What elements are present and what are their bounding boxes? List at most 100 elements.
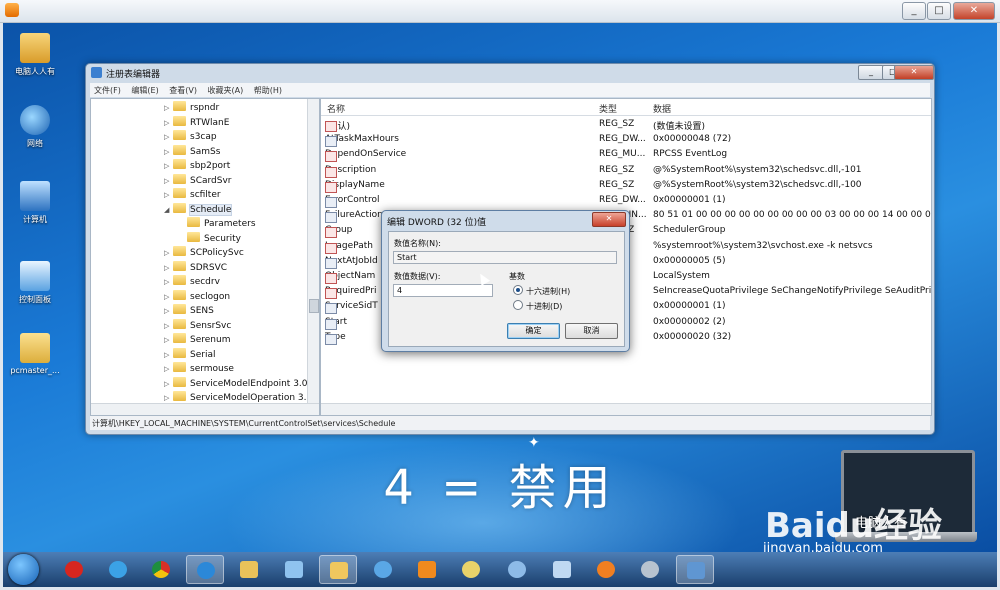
dialog-close-button[interactable]: ✕ (592, 212, 626, 227)
taskbar-ie[interactable] (99, 555, 137, 584)
cube-app-icon (553, 561, 571, 578)
desktop-icon-computer[interactable]: 计算机 (3, 181, 70, 225)
list-horizontal-scrollbar[interactable] (321, 403, 931, 415)
tree-node[interactable]: ▷ sermouse (164, 362, 234, 376)
value-data-input[interactable]: 4 (393, 284, 493, 297)
column-header-type[interactable]: 类型 (599, 102, 617, 115)
desktop-icon-user[interactable]: 电脑人人有 (3, 33, 70, 77)
taskbar-firefox[interactable] (587, 555, 625, 584)
taskbar-settings[interactable] (631, 555, 669, 584)
tree-expander-icon[interactable]: ▷ (164, 249, 173, 257)
decimal-radio[interactable]: 十进制(D) (513, 300, 562, 312)
value-name-field[interactable]: Start (393, 251, 617, 264)
taskbar-folder-note[interactable] (230, 555, 268, 584)
desktop-icon-network[interactable]: 网络 (3, 105, 70, 149)
value-row[interactable]: DependOnService REG_MU... RPCSS EventLog (321, 147, 931, 163)
tree-expander-icon[interactable]: ◢ (164, 206, 173, 214)
tree-node[interactable]: ▷ SCPolicySvc (164, 246, 244, 260)
tree-node[interactable]: ▷ seclogon (164, 289, 230, 304)
value-name-cell: ErrorControl (325, 195, 379, 208)
hex-radio[interactable]: 十六进制(H) (513, 285, 570, 297)
radio-dot (513, 285, 523, 295)
tree-vertical-scrollbar[interactable] (307, 99, 319, 403)
taskbar-media-player[interactable] (408, 555, 446, 584)
menu-view[interactable]: 查看(V) (169, 85, 197, 96)
tree-expander-icon[interactable]: ▷ (164, 162, 173, 170)
tree-expander-icon[interactable]: ▷ (164, 351, 173, 359)
tree-node[interactable]: ▷ Serial (164, 347, 215, 362)
edit-dword-dialog: 编辑 DWORD (32 位)值 ✕ 数值名称(N): Start 数值数据(V… (381, 210, 630, 352)
cancel-button[interactable]: 取消 (565, 323, 618, 339)
tree-node[interactable]: ▷ s3cap (164, 130, 217, 144)
tree-expander-icon[interactable]: ▷ (164, 264, 173, 272)
tree-node[interactable]: ◢ Schedule (164, 202, 233, 217)
ok-button[interactable]: 确定 (507, 323, 560, 339)
tree-expander-icon[interactable]: ▷ (164, 177, 173, 185)
value-row[interactable]: Description REG_SZ @%SystemRoot%\system32\… (321, 163, 931, 178)
minimize-button[interactable]: _ (902, 2, 926, 20)
binary-value-icon (325, 333, 337, 345)
tree-expander-icon[interactable]: ▷ (164, 365, 173, 373)
taskbar-file-explorer[interactable] (319, 555, 357, 584)
tree-expander-icon[interactable]: ▷ (164, 119, 173, 127)
taskbar-registry-editor[interactable] (676, 555, 714, 584)
tree-expander-icon[interactable]: ▷ (164, 191, 173, 199)
tree-node[interactable]: ▷ RTWlanE (164, 115, 229, 130)
tree-node[interactable]: ▷ scfilter (164, 188, 221, 202)
tree-node[interactable]: ▷ ServiceModelEndpoint 3.0. (164, 376, 310, 391)
tree-node[interactable]: ▷ SDRSVC (164, 260, 227, 275)
tree-expander-icon[interactable]: ▷ (164, 394, 173, 402)
tree-node[interactable]: ▷ SamSs (164, 144, 220, 159)
tree-expander-icon[interactable]: ▷ (164, 380, 173, 388)
taskbar-app-red[interactable] (55, 555, 93, 584)
tree-expander-icon[interactable]: ▷ (164, 336, 173, 344)
taskbar-network-app[interactable] (498, 555, 536, 584)
taskbar-cube-app[interactable] (543, 555, 581, 584)
status-path: 计算机\HKEY_LOCAL_MACHINE\SYSTEM\CurrentCon… (92, 419, 396, 428)
tree-horizontal-scrollbar[interactable] (91, 403, 319, 415)
tree-expander-icon[interactable]: ▷ (164, 322, 173, 330)
value-row[interactable]: (默认) REG_SZ (数值未设置) (321, 117, 931, 132)
menu-favorites[interactable]: 收藏夹(A) (208, 85, 244, 96)
menu-file[interactable]: 文件(F) (94, 85, 121, 96)
tree-node[interactable]: ▷ Serenum (164, 333, 230, 347)
tree-node[interactable]: ▷ SENS (164, 304, 214, 318)
tree-expander-icon[interactable]: ▷ (164, 293, 173, 301)
start-orb-icon[interactable] (8, 554, 39, 585)
value-row[interactable]: ErrorControl REG_DW... 0x00000001 (1) (321, 193, 931, 208)
tree-expander-icon[interactable]: ▷ (164, 133, 173, 141)
taskbar-control-panel[interactable] (275, 555, 313, 584)
desktop-icon-control-panel[interactable]: 控制面板 (3, 261, 70, 305)
tree-expander-icon[interactable]: ▷ (164, 278, 173, 286)
tree-node[interactable]: Parameters (178, 217, 256, 231)
value-name-cell: NextAtJobId (325, 256, 378, 269)
tree-node[interactable]: ▷ SensrSvc (164, 318, 231, 333)
tree-expander-icon[interactable]: ▷ (164, 104, 173, 112)
string-value-icon (325, 166, 337, 178)
tree-expander-icon[interactable]: ▷ (164, 307, 173, 315)
list-header: 名称 类型 数据 (321, 99, 931, 116)
minimize-button[interactable]: _ (858, 65, 884, 80)
maximize-button[interactable]: □ (927, 2, 951, 20)
column-header-name[interactable]: 名称 (327, 102, 345, 115)
menu-help[interactable]: 帮助(H) (254, 85, 282, 96)
value-row[interactable]: AtTaskMaxHours REG_DW... 0x00000048 (72) (321, 132, 931, 148)
close-button[interactable]: ✕ (894, 65, 934, 80)
tree-node[interactable]: ▷ SCardSvr (164, 173, 232, 188)
tree-node[interactable]: Security (178, 231, 241, 246)
value-row[interactable]: DisplayName REG_SZ @%SystemRoot%\system32\… (321, 178, 931, 193)
taskbar-chrome[interactable] (142, 555, 180, 584)
column-header-data[interactable]: 数据 (653, 102, 671, 115)
taskbar-pinwheel[interactable] (364, 555, 402, 584)
tree-node[interactable]: ▷ sbp2port (164, 159, 230, 173)
tree-node[interactable]: ▷ secdrv (164, 275, 220, 289)
desktop-icon-pcmaster[interactable]: pcmaster_... (3, 333, 70, 375)
taskbar-cloud-app[interactable] (186, 555, 224, 584)
registry-editor-titlebar: 注册表编辑器 _ □ ✕ (86, 64, 934, 82)
tree-node[interactable]: ▷ rspndr (164, 101, 219, 115)
tree-expander-icon[interactable]: ▷ (164, 148, 173, 156)
menu-edit[interactable]: 编辑(E) (131, 85, 158, 96)
scroll-thumb[interactable] (309, 299, 319, 313)
close-button[interactable]: ✕ (953, 2, 995, 20)
taskbar-paint[interactable] (452, 555, 490, 584)
